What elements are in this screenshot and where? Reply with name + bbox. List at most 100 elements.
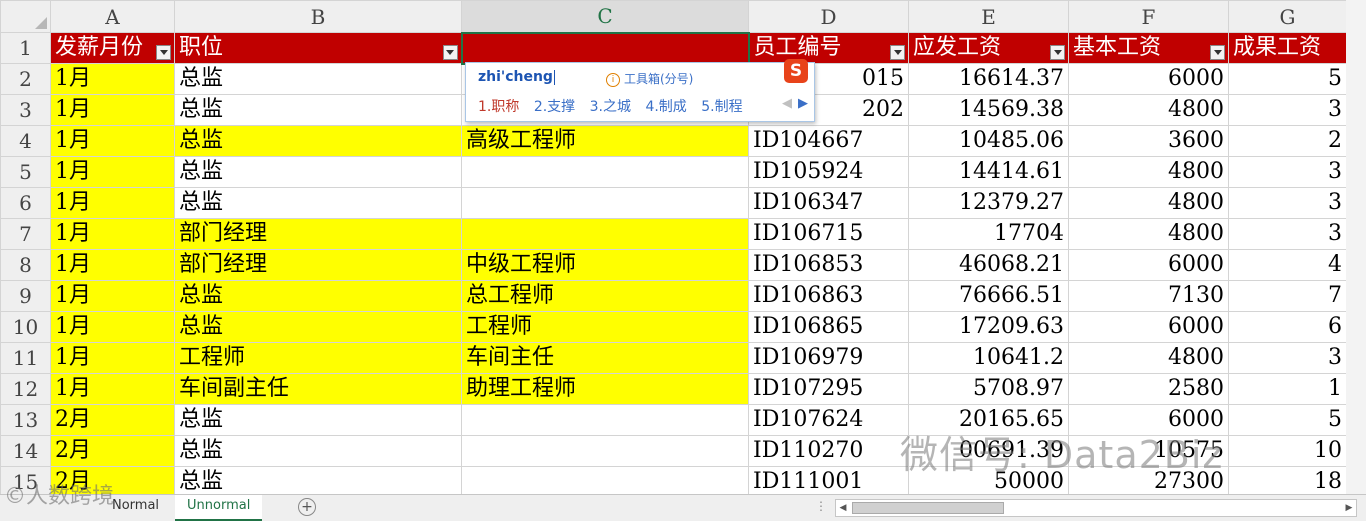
ime-next-page-icon[interactable]: ▶ [798,96,808,111]
ime-candidate-2[interactable]: 2.支撑 [534,99,575,115]
cell-gross-pay[interactable]: 14569.38 [908,94,1069,126]
cell-result-pay[interactable]: 5 [1228,404,1347,436]
cell-title[interactable]: 总工程师 [461,280,749,312]
cell-base-pay[interactable]: 4800 [1068,156,1229,188]
cell-month[interactable]: 1月 [50,63,175,95]
cell-result-pay[interactable]: 3 [1228,156,1347,188]
col-header-C[interactable]: C [461,0,749,34]
cell-employee-id[interactable]: ID105924 [748,156,909,188]
row-header[interactable]: 14 [0,435,51,467]
cell-base-pay[interactable]: 3600 [1068,125,1229,157]
cell-base-pay[interactable]: 4800 [1068,342,1229,374]
col-header-E[interactable]: E [908,0,1069,33]
cell-month[interactable]: 1月 [50,311,175,343]
cell-position[interactable]: 总监 [174,404,462,436]
select-all-corner[interactable] [0,0,51,33]
row-header[interactable]: 9 [0,280,51,312]
cell-title[interactable] [461,404,749,436]
cell-employee-id[interactable]: ID106347 [748,187,909,219]
horizontal-scrollbar[interactable]: ◀ ▶ [835,499,1357,517]
scrollbar-thumb[interactable] [852,502,1004,514]
row-header[interactable]: 1 [0,32,51,64]
row-header[interactable]: 2 [0,63,51,95]
header-gross-pay[interactable]: 应发工资 [908,32,1069,64]
cell-employee-id[interactable]: ID106865 [748,311,909,343]
filter-dropdown-icon[interactable] [890,45,905,60]
cell-gross-pay[interactable]: 17209.63 [908,311,1069,343]
cell-result-pay[interactable]: 10 [1228,435,1347,467]
cell-position[interactable]: 部门经理 [174,249,462,281]
cell-result-pay[interactable]: 3 [1228,187,1347,219]
col-header-G[interactable]: G [1228,0,1347,33]
cell-title[interactable]: 助理工程师 [461,373,749,405]
cell-title[interactable]: 车间主任 [461,342,749,374]
cell-position[interactable]: 总监 [174,435,462,467]
cell-position[interactable]: 总监 [174,311,462,343]
filter-dropdown-icon[interactable] [442,45,458,60]
cell-title[interactable]: 高级工程师 [461,125,749,157]
cell-result-pay[interactable]: 7 [1228,280,1347,312]
cell-month[interactable]: 1月 [50,218,175,250]
ime-candidate-popup[interactable]: zhi'cheng i 工具箱(分号) S 1.职称 2.支撑 3.之城 4.制成… [465,59,815,122]
cell-title[interactable] [461,218,749,250]
cell-employee-id[interactable]: ID104667 [748,125,909,157]
row-header[interactable]: 11 [0,342,51,374]
cell-position[interactable]: 部门经理 [174,218,462,250]
ime-candidate-4[interactable]: 4.制成 [645,99,686,115]
row-header[interactable]: 4 [0,125,51,157]
cell-gross-pay[interactable]: 10641.2 [908,342,1069,374]
cell-employee-id[interactable]: ID107295 [748,373,909,405]
cell-result-pay[interactable]: 5 [1228,63,1347,95]
header-month[interactable]: 发薪月份 [50,32,175,64]
cell-gross-pay[interactable]: 17704 [908,218,1069,250]
cell-month[interactable]: 1月 [50,373,175,405]
cell-base-pay[interactable]: 4800 [1068,94,1229,126]
filter-dropdown-icon[interactable] [1210,45,1225,60]
cell-month[interactable]: 1月 [50,156,175,188]
col-header-A[interactable]: A [50,0,175,33]
cell-position[interactable]: 车间副主任 [174,373,462,405]
cell-employee-id[interactable]: ID106979 [748,342,909,374]
ime-toolbox[interactable]: i 工具箱(分号) [606,70,693,87]
cell-result-pay[interactable]: 6 [1228,311,1347,343]
cell-position[interactable]: 总监 [174,187,462,219]
cell-employee-id[interactable]: ID111001 [748,466,909,494]
cell-month[interactable]: 1月 [50,280,175,312]
cell-result-pay[interactable]: 3 [1228,218,1347,250]
row-header[interactable]: 7 [0,218,51,250]
row-header[interactable]: 12 [0,373,51,405]
cell-month[interactable]: 1月 [50,342,175,374]
vertical-scrollbar[interactable] [1346,0,1366,494]
cell-title[interactable] [461,187,749,219]
cell-gross-pay[interactable]: 12379.27 [908,187,1069,219]
cell-base-pay[interactable]: 6000 [1068,63,1229,95]
row-header[interactable]: 3 [0,94,51,126]
cell-gross-pay[interactable]: 14414.61 [908,156,1069,188]
col-header-B[interactable]: B [174,0,462,33]
sheet-tab-unnormal[interactable]: Unnormal [175,495,263,521]
ime-candidate-3[interactable]: 3.之城 [590,99,631,115]
cell-base-pay[interactable]: 6000 [1068,311,1229,343]
scroll-right-icon[interactable]: ▶ [1342,500,1356,516]
cell-month[interactable]: 1月 [50,125,175,157]
cell-gross-pay[interactable]: 76666.51 [908,280,1069,312]
cell-gross-pay[interactable]: 16614.37 [908,63,1069,95]
cell-result-pay[interactable]: 18 [1228,466,1347,494]
cell-result-pay[interactable]: 3 [1228,342,1347,374]
cell-employee-id[interactable]: ID106863 [748,280,909,312]
cell-position[interactable]: 总监 [174,94,462,126]
cell-base-pay[interactable]: 6000 [1068,249,1229,281]
cell-position[interactable]: 总监 [174,466,462,494]
cell-gross-pay[interactable]: 46068.21 [908,249,1069,281]
ime-candidate-1[interactable]: 1.职称 [478,99,519,115]
col-header-D[interactable]: D [748,0,909,33]
cell-employee-id[interactable]: ID110270 [748,435,909,467]
header-result-pay[interactable]: 成果工资 [1228,32,1347,64]
cell-gross-pay[interactable]: 5708.97 [908,373,1069,405]
cell-gross-pay[interactable]: 10485.06 [908,125,1069,157]
cell-month[interactable]: 1月 [50,187,175,219]
cell-position[interactable]: 总监 [174,156,462,188]
row-header[interactable]: 13 [0,404,51,436]
col-header-F[interactable]: F [1068,0,1229,33]
cell-base-pay[interactable]: 4800 [1068,218,1229,250]
